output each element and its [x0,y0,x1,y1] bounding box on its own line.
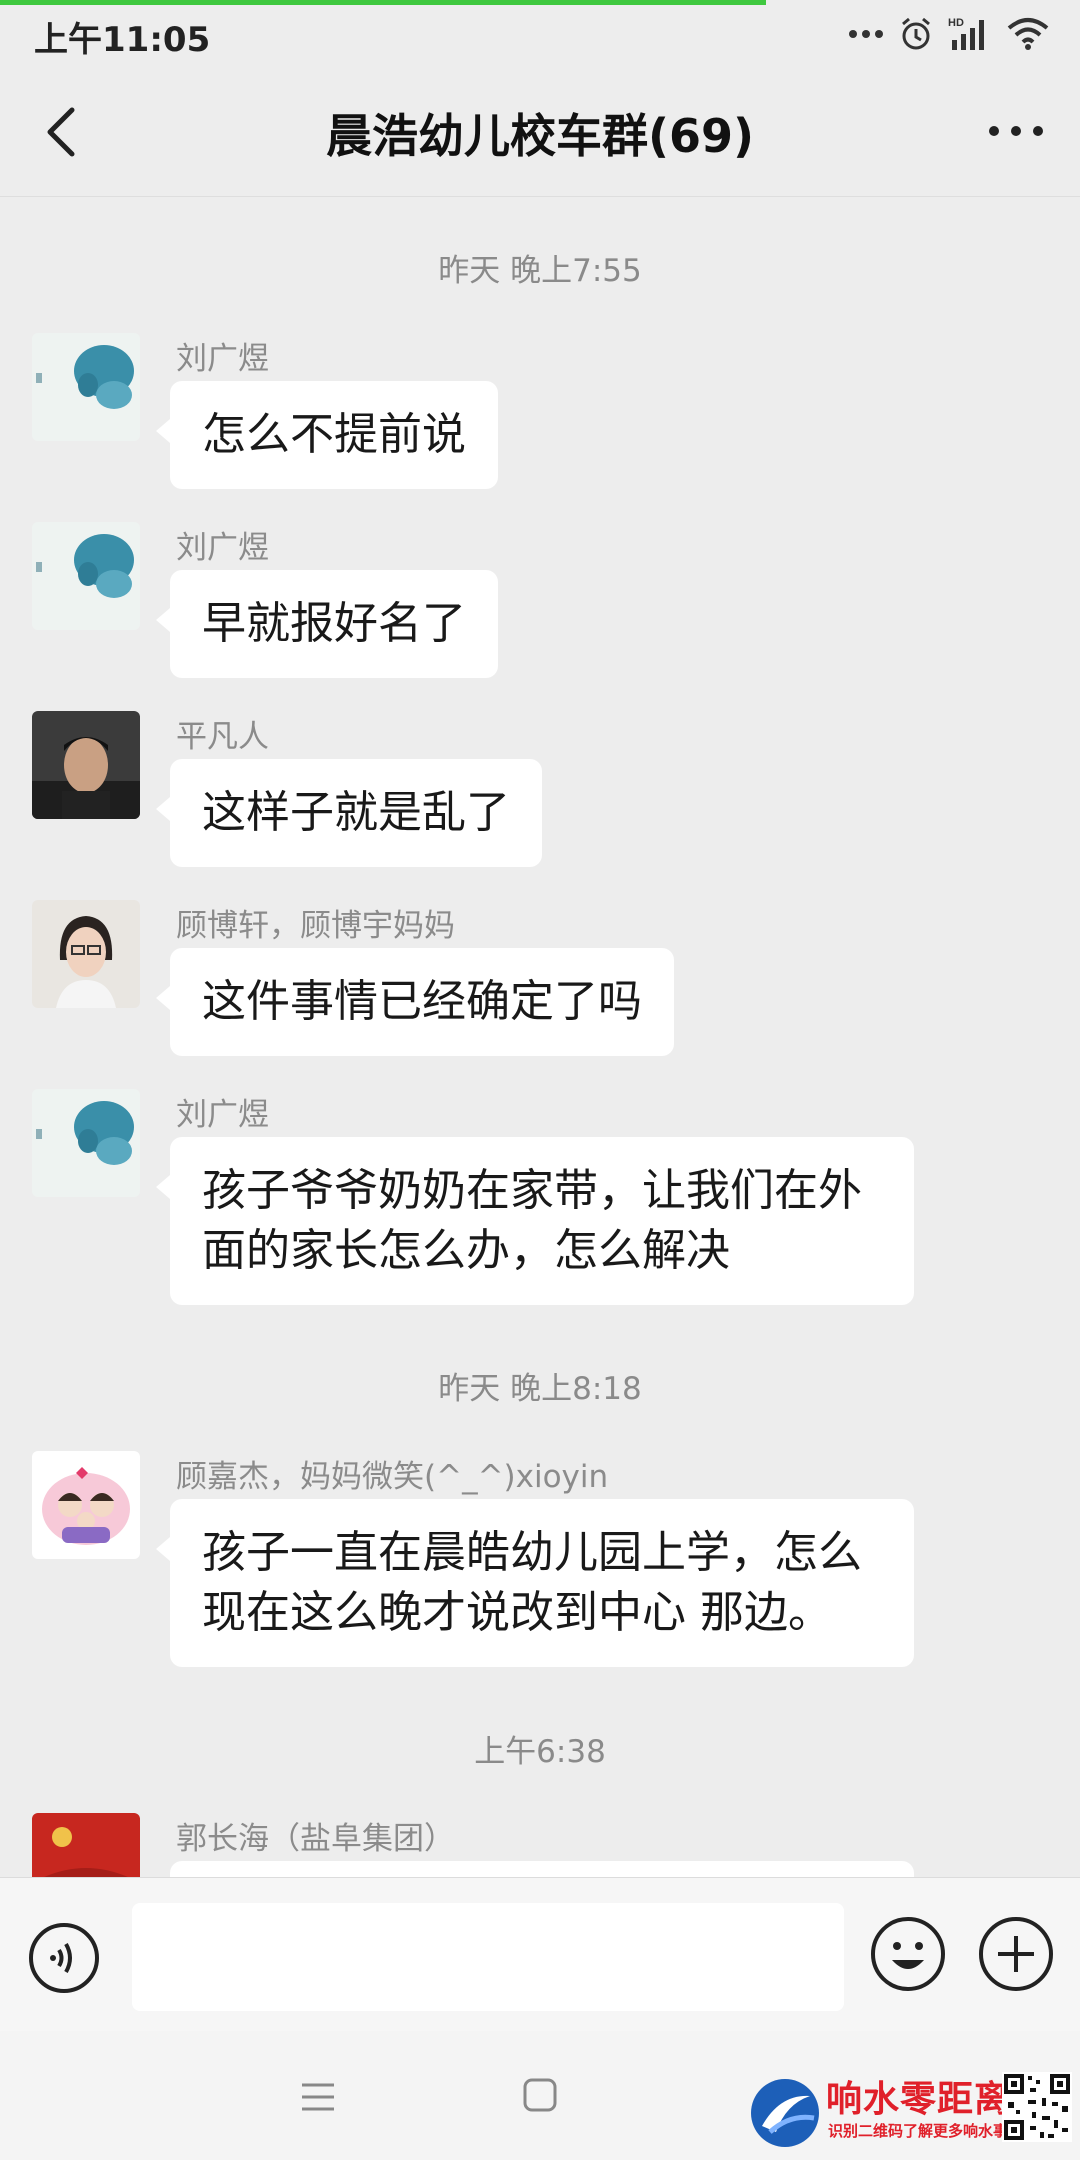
message-bubble[interactable]: 早就报好名了 [156,570,498,678]
avatar[interactable] [32,1089,140,1197]
signal-icon: HD [948,17,984,50]
alarm-icon [902,17,930,50]
message-list[interactable]: 昨天 晚上7:55 刘广煜 怎么不提前说 刘广煜 早就报好名了 平凡人 这样子就… [0,197,1080,1877]
message-bubble[interactable]: 这件事情已经确定了吗 [156,948,674,1056]
status-icons: HD [848,14,1050,54]
timestamp: 上午6:38 [474,1734,606,1770]
avatar[interactable] [32,1451,140,1559]
message-bubble[interactable]: 孩子一直在晨皓幼儿园上学，怎么现在这么晚才说改到中心 那边。 [156,1499,914,1667]
watermark: 响水零距离 识别二维码了解更多响水事 [746,2066,1076,2156]
sender-name: 郭长海（盐阜集团） [176,1821,455,1857]
avatar[interactable] [32,711,140,819]
qr-code-icon [1002,2072,1072,2142]
message-bubble[interactable]: 孩子爷爷奶奶在家带，让我们在外面的家长怎么办，怎么解决 [156,1137,914,1305]
avatar[interactable] [32,522,140,630]
page-load-progress [0,0,766,5]
watermark-subtitle: 识别二维码了解更多响水事 [828,2122,1009,2140]
chat-title: 晨浩幼儿校车群(69) [325,109,755,163]
status-time: 上午11:05 [34,20,211,60]
sender-name: 刘广煜 [176,530,269,566]
avatar[interactable] [32,1813,140,1877]
sender-name: 平凡人 [176,719,269,755]
message-input[interactable] [132,1903,844,2011]
more-icon[interactable] [986,116,1046,146]
plus-icon[interactable] [978,1916,1054,1992]
sender-name: 刘广煜 [176,341,269,377]
dots-icon [849,30,883,38]
watermark-logo-icon [751,2079,819,2147]
avatar[interactable] [32,333,140,441]
timestamp: 昨天 晚上8:18 [438,1371,642,1407]
status-bar: 上午11:05 HD [0,0,1080,66]
message-bubble[interactable]: 这样子就是乱了 [156,759,542,867]
sender-name: 刘广煜 [176,1097,269,1133]
message-bubble[interactable]: 怎么不提前说 [156,381,498,489]
message-bubble[interactable] [170,1861,914,1877]
chat-header: 晨浩幼儿校车群(69) [0,66,1080,197]
watermark-title: 响水零距离 [826,2078,1012,2120]
emoji-icon[interactable] [870,1916,946,1992]
svg-text:HD: HD [948,17,964,29]
voice-icon[interactable] [28,1922,100,1994]
menu-icon[interactable] [298,2077,338,2117]
wifi-icon [1007,18,1049,50]
home-icon[interactable] [520,2075,560,2115]
sender-name: 顾嘉杰，妈妈微笑(^_^)xioyin [176,1459,609,1495]
input-bar [0,1877,1080,2031]
avatar[interactable] [32,900,140,1008]
sender-name: 顾博轩，顾博宇妈妈 [176,908,455,944]
timestamp: 昨天 晚上7:55 [438,253,642,289]
